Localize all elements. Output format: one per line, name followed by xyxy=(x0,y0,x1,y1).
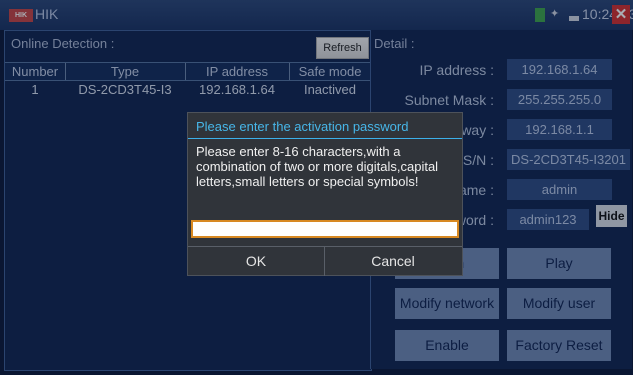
cancel-button[interactable]: Cancel xyxy=(325,247,461,276)
dialog-message: Please enter 8-16 characters,with a comb… xyxy=(196,144,439,189)
dialog-divider xyxy=(188,138,462,139)
dialog-button-bar: OK Cancel xyxy=(188,246,462,276)
activation-password-dialog: Please enter the activation password Ple… xyxy=(187,112,463,276)
ok-button[interactable]: OK xyxy=(188,247,324,276)
dialog-title: Please enter the activation password xyxy=(196,119,409,134)
password-input[interactable] xyxy=(191,220,459,238)
